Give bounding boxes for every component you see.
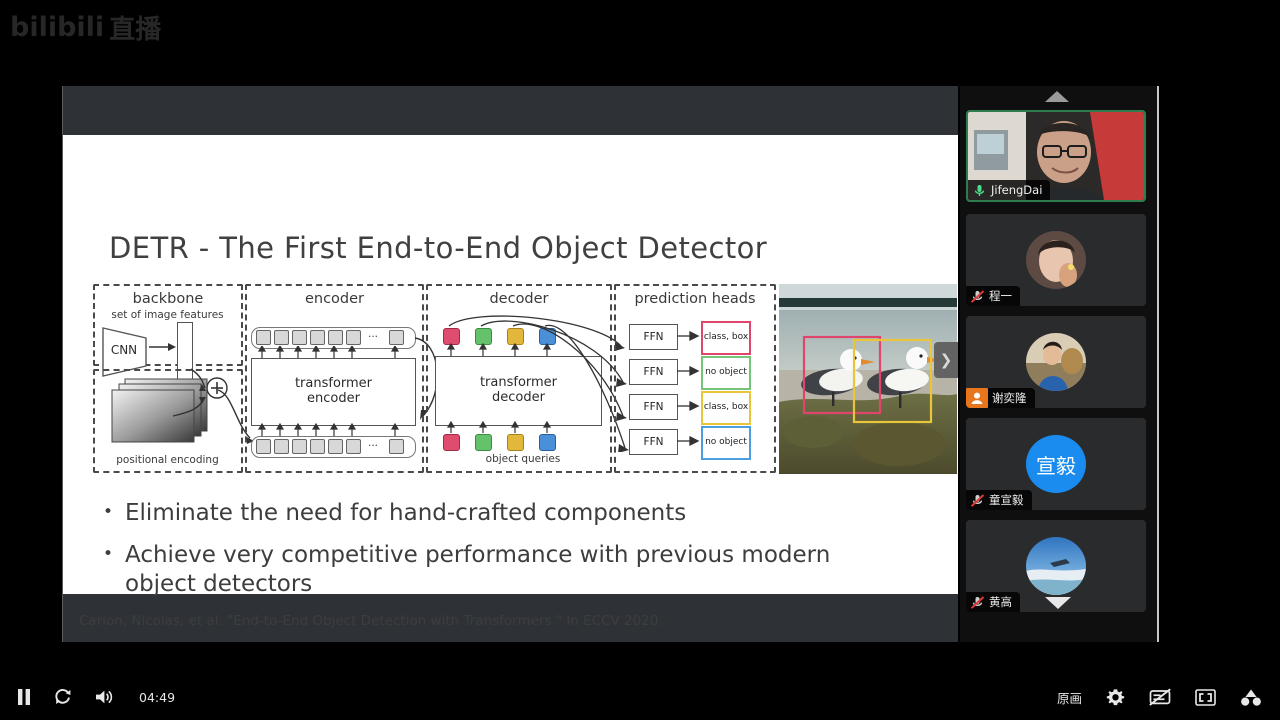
participant-name: JifengDai xyxy=(991,183,1043,197)
token xyxy=(346,439,361,454)
quality-button[interactable]: 原画 xyxy=(1057,688,1082,707)
ffn-to-prediction-arrows xyxy=(677,330,700,447)
control-bar-left: 04:49 xyxy=(16,674,175,720)
token xyxy=(310,330,325,345)
web-fullscreen-icon[interactable] xyxy=(1240,688,1262,706)
bullet-text: Achieve very competitive performance wit… xyxy=(125,541,831,598)
player-control-bar: 04:49 原画 xyxy=(0,674,1280,720)
cnn-to-features-arrow xyxy=(149,343,176,351)
player-stage: bilibili 直播 DETR - The First End-to-End … xyxy=(0,0,1280,720)
mic-unmuted-icon xyxy=(972,183,987,198)
ffn-block-4: FFN xyxy=(629,429,678,455)
participant-name: 童宣毅 xyxy=(989,493,1024,507)
bullet-text: Eliminate the need for hand-crafted comp… xyxy=(125,500,687,526)
group-decoder-label: decoder xyxy=(489,291,549,307)
set-of-image-features-label: set of image features xyxy=(111,309,224,321)
triangle-up-icon[interactable] xyxy=(1045,91,1069,102)
bilibili-live-watermark: bilibili 直播 xyxy=(10,8,200,46)
participant-tile-chengyi[interactable]: 程一 xyxy=(966,214,1146,306)
list-item: • Achieve very competitive performance w… xyxy=(103,541,903,600)
token xyxy=(328,330,343,345)
fullscreen-icon[interactable] xyxy=(1195,688,1216,706)
bullet-marker: • xyxy=(103,502,114,522)
token xyxy=(256,330,271,345)
detection-example-photo xyxy=(779,284,957,474)
participant-tile-host[interactable]: 谢奕隆 xyxy=(966,316,1146,408)
watermark-suffix: 直播 xyxy=(109,13,162,44)
participant-name: 谢奕隆 xyxy=(992,391,1027,405)
object-queries-label: object queries xyxy=(485,453,561,465)
participant-tile-jifengdai[interactable]: JifengDai xyxy=(966,110,1146,202)
mic-muted-icon xyxy=(970,493,985,508)
refresh-icon[interactable] xyxy=(54,688,72,706)
avatar xyxy=(1026,231,1086,289)
participant-nametag: 程一 xyxy=(966,286,1020,306)
avatar xyxy=(1026,333,1086,391)
token xyxy=(274,439,289,454)
avatar xyxy=(1026,537,1086,595)
prediction-4: no object xyxy=(701,426,751,460)
group-backbone-label: backbone xyxy=(132,291,204,307)
token xyxy=(310,439,325,454)
token xyxy=(389,439,404,454)
volume-icon[interactable] xyxy=(94,688,113,706)
participant-nametag: 黄高 xyxy=(966,592,1020,612)
token xyxy=(328,439,343,454)
cnn-label: CNN xyxy=(106,342,142,360)
token xyxy=(389,330,404,345)
avatar-initials-text: 宣毅 xyxy=(1036,453,1076,478)
detr-architecture-figure: backbone set of image features CNN posit… xyxy=(93,284,957,474)
prediction-1: class, box xyxy=(701,321,751,355)
slide-citation: Carion, Nicolas, et al. "End-to-End Obje… xyxy=(79,613,663,629)
prediction-3: class, box xyxy=(701,391,751,425)
slide-bullet-list: • Eliminate the need for hand-crafted co… xyxy=(103,499,903,612)
bullet-marker: • xyxy=(103,543,114,564)
token xyxy=(292,330,307,345)
panel-toggle-button[interactable]: ❯ xyxy=(934,342,958,378)
presentation-slide: DETR - The First End-to-End Object Detec… xyxy=(63,135,958,629)
playback-time: 04:49 xyxy=(139,689,176,705)
encoder-bottom-ellipsis: ... xyxy=(367,437,378,449)
group-prediction-heads-label: prediction heads xyxy=(634,291,756,307)
participant-name: 程一 xyxy=(989,289,1012,303)
participant-name: 黄高 xyxy=(989,595,1012,609)
page-title: DETR - The First End-to-End Object Detec… xyxy=(109,231,768,265)
participant-tile-xuanyi[interactable]: 宣毅 童宣毅 xyxy=(966,418,1146,510)
group-encoder-label: encoder xyxy=(304,291,365,307)
encoder-token-arrows xyxy=(257,346,400,436)
token xyxy=(346,330,361,345)
triangle-down-icon[interactable] xyxy=(1045,597,1071,609)
list-item: • Eliminate the need for hand-crafted co… xyxy=(103,499,903,529)
participant-nametag: JifengDai xyxy=(968,180,1051,200)
watermark-brand: bilibili xyxy=(10,11,105,43)
ffn-block-3: FFN xyxy=(629,394,678,420)
token xyxy=(256,439,271,454)
shared-screen: DETR - The First End-to-End Object Detec… xyxy=(62,86,958,642)
mic-muted-icon xyxy=(970,595,985,610)
ffn-block-1: FFN xyxy=(629,324,678,350)
ffn-block-2: FFN xyxy=(629,359,678,385)
danmaku-off-icon[interactable] xyxy=(1149,688,1171,706)
control-bar-right: 原画 xyxy=(1057,674,1262,720)
avatar-initials: 宣毅 xyxy=(1026,435,1086,493)
chevron-right-icon: ❯ xyxy=(939,352,953,369)
gear-icon[interactable] xyxy=(1106,688,1125,707)
token xyxy=(292,439,307,454)
prediction-2: no object xyxy=(701,356,751,390)
participant-nametag: 童宣毅 xyxy=(966,490,1032,510)
encoder-top-ellipsis: ... xyxy=(367,328,378,340)
host-badge-icon xyxy=(966,388,988,408)
panel-right-edge xyxy=(1157,86,1159,642)
mic-muted-icon xyxy=(970,289,985,304)
token xyxy=(274,330,289,345)
pause-icon[interactable] xyxy=(16,688,32,706)
participant-nametag: 谢奕隆 xyxy=(966,388,1035,408)
